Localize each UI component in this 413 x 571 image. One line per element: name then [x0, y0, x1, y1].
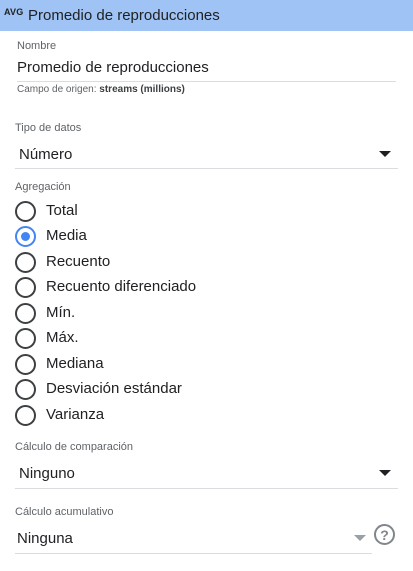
radio-mediana[interactable]: Mediana — [15, 354, 315, 376]
radio-varianza[interactable]: Varianza — [15, 405, 315, 427]
radio-label: Recuento — [46, 253, 111, 270]
cumulative-select[interactable]: Ninguna — [15, 524, 372, 552]
chevron-down-icon — [379, 470, 391, 476]
aggregation-badge: AVG — [4, 7, 24, 17]
radio-total[interactable]: Total — [15, 201, 315, 223]
field-editor-header: AVG Promedio de reproducciones — [0, 0, 413, 31]
radio-label: Recuento diferenciado — [46, 278, 197, 295]
name-input-underline — [17, 81, 396, 82]
name-label: Nombre — [17, 40, 57, 52]
radio-label: Mín. — [46, 304, 76, 321]
aggregation-label: Agregación — [15, 181, 71, 193]
cumulative-underline — [15, 553, 372, 554]
radio-button[interactable] — [15, 252, 36, 273]
help-circle-icon[interactable]: ? — [374, 524, 395, 545]
radio-button[interactable] — [15, 328, 36, 349]
header-title: Promedio de reproducciones — [28, 7, 220, 24]
radio-button[interactable] — [15, 277, 36, 298]
radio-media[interactable]: Media — [15, 226, 315, 248]
radio-min[interactable]: Mín. — [15, 303, 315, 325]
data-type-select[interactable]: Número — [15, 140, 398, 168]
radio-button-selected[interactable] — [15, 226, 36, 247]
radio-label: Mediana — [46, 355, 104, 372]
radio-button[interactable] — [15, 405, 36, 426]
radio-label: Desviación estándar — [46, 380, 182, 397]
radio-recuento-diferenciado[interactable]: Recuento diferenciado — [15, 277, 315, 299]
data-type-value: Número — [19, 146, 73, 163]
cumulative-label: Cálculo acumulativo — [15, 506, 114, 518]
comparison-label: Cálculo de comparación — [15, 441, 134, 453]
comparison-value: Ninguno — [19, 465, 75, 482]
radio-label: Media — [46, 227, 87, 244]
radio-label: Total — [46, 202, 78, 219]
chevron-down-icon — [354, 535, 366, 541]
chevron-down-icon — [379, 151, 391, 157]
radio-desviacion-estandar[interactable]: Desviación estándar — [15, 379, 315, 401]
data-type-label: Tipo de datos — [15, 122, 82, 134]
source-field-prefix: Campo de origen: — [17, 84, 97, 95]
comparison-underline — [15, 488, 398, 489]
data-type-underline — [15, 168, 398, 169]
radio-button[interactable] — [15, 354, 36, 375]
radio-label: Máx. — [46, 329, 79, 346]
name-input[interactable]: Promedio de reproducciones — [17, 59, 209, 76]
radio-button[interactable] — [15, 379, 36, 400]
radio-button[interactable] — [15, 201, 36, 222]
source-field-text: Campo de origen: streams (millions) — [17, 84, 185, 95]
cumulative-value: Ninguna — [17, 530, 73, 547]
radio-label: Varianza — [46, 406, 105, 423]
source-field-value: streams (millions) — [99, 84, 185, 95]
radio-recuento[interactable]: Recuento — [15, 252, 315, 274]
radio-max[interactable]: Máx. — [15, 328, 315, 350]
comparison-select[interactable]: Ninguno — [15, 459, 398, 487]
radio-button[interactable] — [15, 303, 36, 324]
